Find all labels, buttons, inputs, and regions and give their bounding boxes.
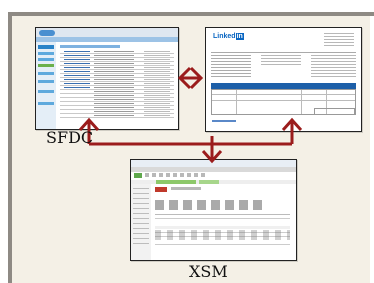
sfdc-label: SFDC bbox=[46, 128, 94, 147]
diagram-canvas: Linkedin SFDC XSM bbox=[0, 0, 374, 283]
xsm-label: XSM bbox=[189, 262, 228, 281]
